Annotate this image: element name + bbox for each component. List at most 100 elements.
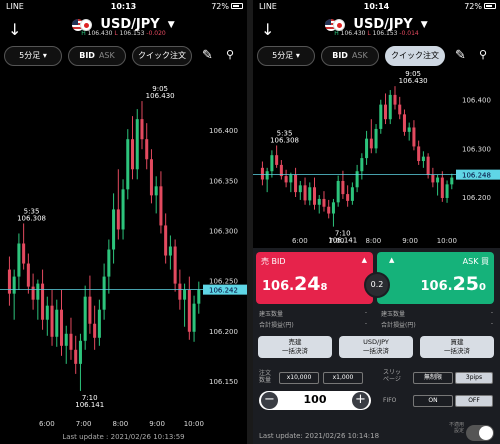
chart-toolbar: 5分足 ▾ BID ASK クイック注文 ✎ ⚲	[253, 46, 500, 68]
status-bar: LINE 10:13 72%	[0, 0, 247, 12]
plus-button[interactable]: +	[352, 392, 369, 409]
last-update: Last update : 2021/02/26 10:13:59	[62, 433, 185, 441]
indicator-add-icon[interactable]: ⚲	[479, 48, 487, 61]
candle-body	[22, 243, 26, 264]
quick-order-label: クイック注文	[391, 51, 439, 60]
candle-body	[388, 94, 392, 120]
timeframe-dropdown[interactable]: 5分足 ▾	[4, 46, 62, 66]
bid-ask-toggle[interactable]: BID ASK	[68, 46, 126, 66]
candle-body	[145, 139, 149, 160]
fifo-off[interactable]: OFF	[455, 395, 493, 407]
candle-body	[421, 156, 425, 162]
sell-pl-row: 合計損益(円) -	[259, 320, 367, 329]
close-all-pair-button[interactable]: USD/JPY 一括決済	[339, 336, 413, 358]
ask-option[interactable]: ASK	[352, 51, 368, 60]
candle-body	[445, 184, 449, 198]
candle-body	[450, 177, 454, 185]
buy-price-button[interactable]: ▲ ASK 買 106.250	[377, 252, 494, 304]
chart-toolbar: 5分足 ▾ BID ASK クイック注文 ✎ ⚲	[0, 46, 247, 68]
candle-body	[131, 139, 135, 170]
annotation-price: 106.430	[399, 77, 428, 85]
x-tick-label: 7:00	[76, 420, 92, 428]
candle-body	[102, 276, 106, 310]
candle-body	[7, 269, 11, 294]
x-tick-label: 8:00	[365, 237, 381, 245]
candle-body	[360, 158, 364, 172]
timeframe-dropdown[interactable]: 5分足 ▾	[257, 46, 315, 66]
settings-toggle[interactable]	[466, 425, 494, 441]
candle-body	[412, 127, 416, 147]
bid-option[interactable]: BID	[332, 51, 348, 60]
annotation-price: 106.141	[328, 237, 357, 245]
pencil-icon[interactable]: ✎	[202, 48, 213, 63]
ask-option[interactable]: ASK	[99, 51, 115, 60]
quick-order-panel: 売 BID ▲ 106.248 ▲ ASK 買 106.250 0.2 建玉数量…	[253, 248, 500, 444]
close-all-buy-button[interactable]: 買建 一括決済	[420, 336, 494, 358]
chevron-down-icon: ▼	[167, 19, 175, 30]
chart-screen-right: LINE 10:14 72% ↓ USD/JPY ▼ H 106.430 L 1…	[253, 0, 500, 444]
spread-badge: 0.2	[364, 272, 390, 298]
candle-body	[50, 305, 54, 337]
clock: 10:14	[363, 2, 390, 11]
quick-order-label: クイック注文	[138, 51, 186, 60]
qty-preset-1000[interactable]: x1,000	[323, 372, 363, 384]
bid-option[interactable]: BID	[79, 51, 95, 60]
candle-body	[322, 198, 326, 207]
high-label: H	[334, 30, 339, 37]
candle-body	[26, 263, 30, 287]
quick-order-button[interactable]: クイック注文	[385, 46, 445, 66]
price-chart[interactable]: 106.400 106.350 106.300 106.250 106.200 106.1…	[0, 70, 247, 434]
candle-body	[298, 185, 302, 193]
bid-price-tail: 8	[320, 282, 328, 293]
candle-body	[93, 323, 97, 338]
buy-position-row: 建玉数量 -	[381, 309, 493, 318]
x-tick-label: 10:00	[437, 237, 457, 245]
close-all-sell-button[interactable]: 売建 一括決済	[258, 336, 332, 358]
quick-order-button[interactable]: クイック注文	[132, 46, 192, 66]
candle-body	[284, 176, 288, 183]
candle-body	[178, 283, 182, 300]
chevron-down-icon: ▼	[420, 19, 428, 30]
qty-preset-10000[interactable]: x10,000	[279, 372, 319, 384]
position-value: -	[490, 309, 493, 316]
slippage-pips[interactable]: 3pips	[455, 372, 493, 384]
candle-body	[168, 246, 172, 256]
button-line-2: 一括決済	[363, 347, 389, 355]
candle-body	[135, 119, 139, 170]
candle-body	[45, 305, 49, 320]
x-tick-label: 8:00	[112, 420, 128, 428]
price-chart[interactable]: 106.400106.300106.2006:00 7:00 8:00 9:00 10:…	[253, 70, 500, 246]
bid-ask-toggle[interactable]: BID ASK	[321, 46, 379, 66]
y-tick-label: 106.400	[209, 127, 238, 135]
bid-label: BID	[271, 257, 286, 266]
candle-body	[426, 156, 430, 175]
pencil-icon[interactable]: ✎	[455, 48, 466, 63]
toggle-label: 不適用 設定	[449, 422, 464, 434]
candle-body	[112, 209, 116, 250]
candle-body	[41, 283, 45, 320]
candle-body	[17, 243, 21, 277]
candle-body	[374, 128, 378, 149]
candle-body	[270, 155, 274, 172]
candle-body	[407, 127, 411, 132]
candle-body	[303, 185, 307, 201]
sell-price-button[interactable]: 売 BID ▲ 106.248	[256, 252, 373, 304]
quantity-stepper[interactable]: − 100 +	[259, 391, 371, 410]
candle-body	[140, 119, 144, 140]
fifo-on[interactable]: ON	[413, 395, 453, 407]
candle-body	[260, 167, 264, 180]
candle-body	[327, 206, 331, 214]
indicator-add-icon[interactable]: ⚲	[226, 48, 234, 61]
candle-body	[183, 289, 187, 300]
y-tick-label: 106.200	[209, 328, 238, 336]
candle-body	[31, 286, 35, 300]
candle-body	[149, 159, 153, 196]
high-value: 106.430	[87, 30, 113, 37]
slippage-unlimited[interactable]: 無制限	[413, 372, 453, 384]
candle-body	[369, 138, 373, 149]
candle-body	[159, 186, 163, 226]
x-tick-label: 6:00	[292, 237, 308, 245]
label-line-2: 設定	[453, 428, 464, 434]
y-tick-label: 106.250	[209, 278, 238, 286]
candle-body	[312, 187, 317, 205]
